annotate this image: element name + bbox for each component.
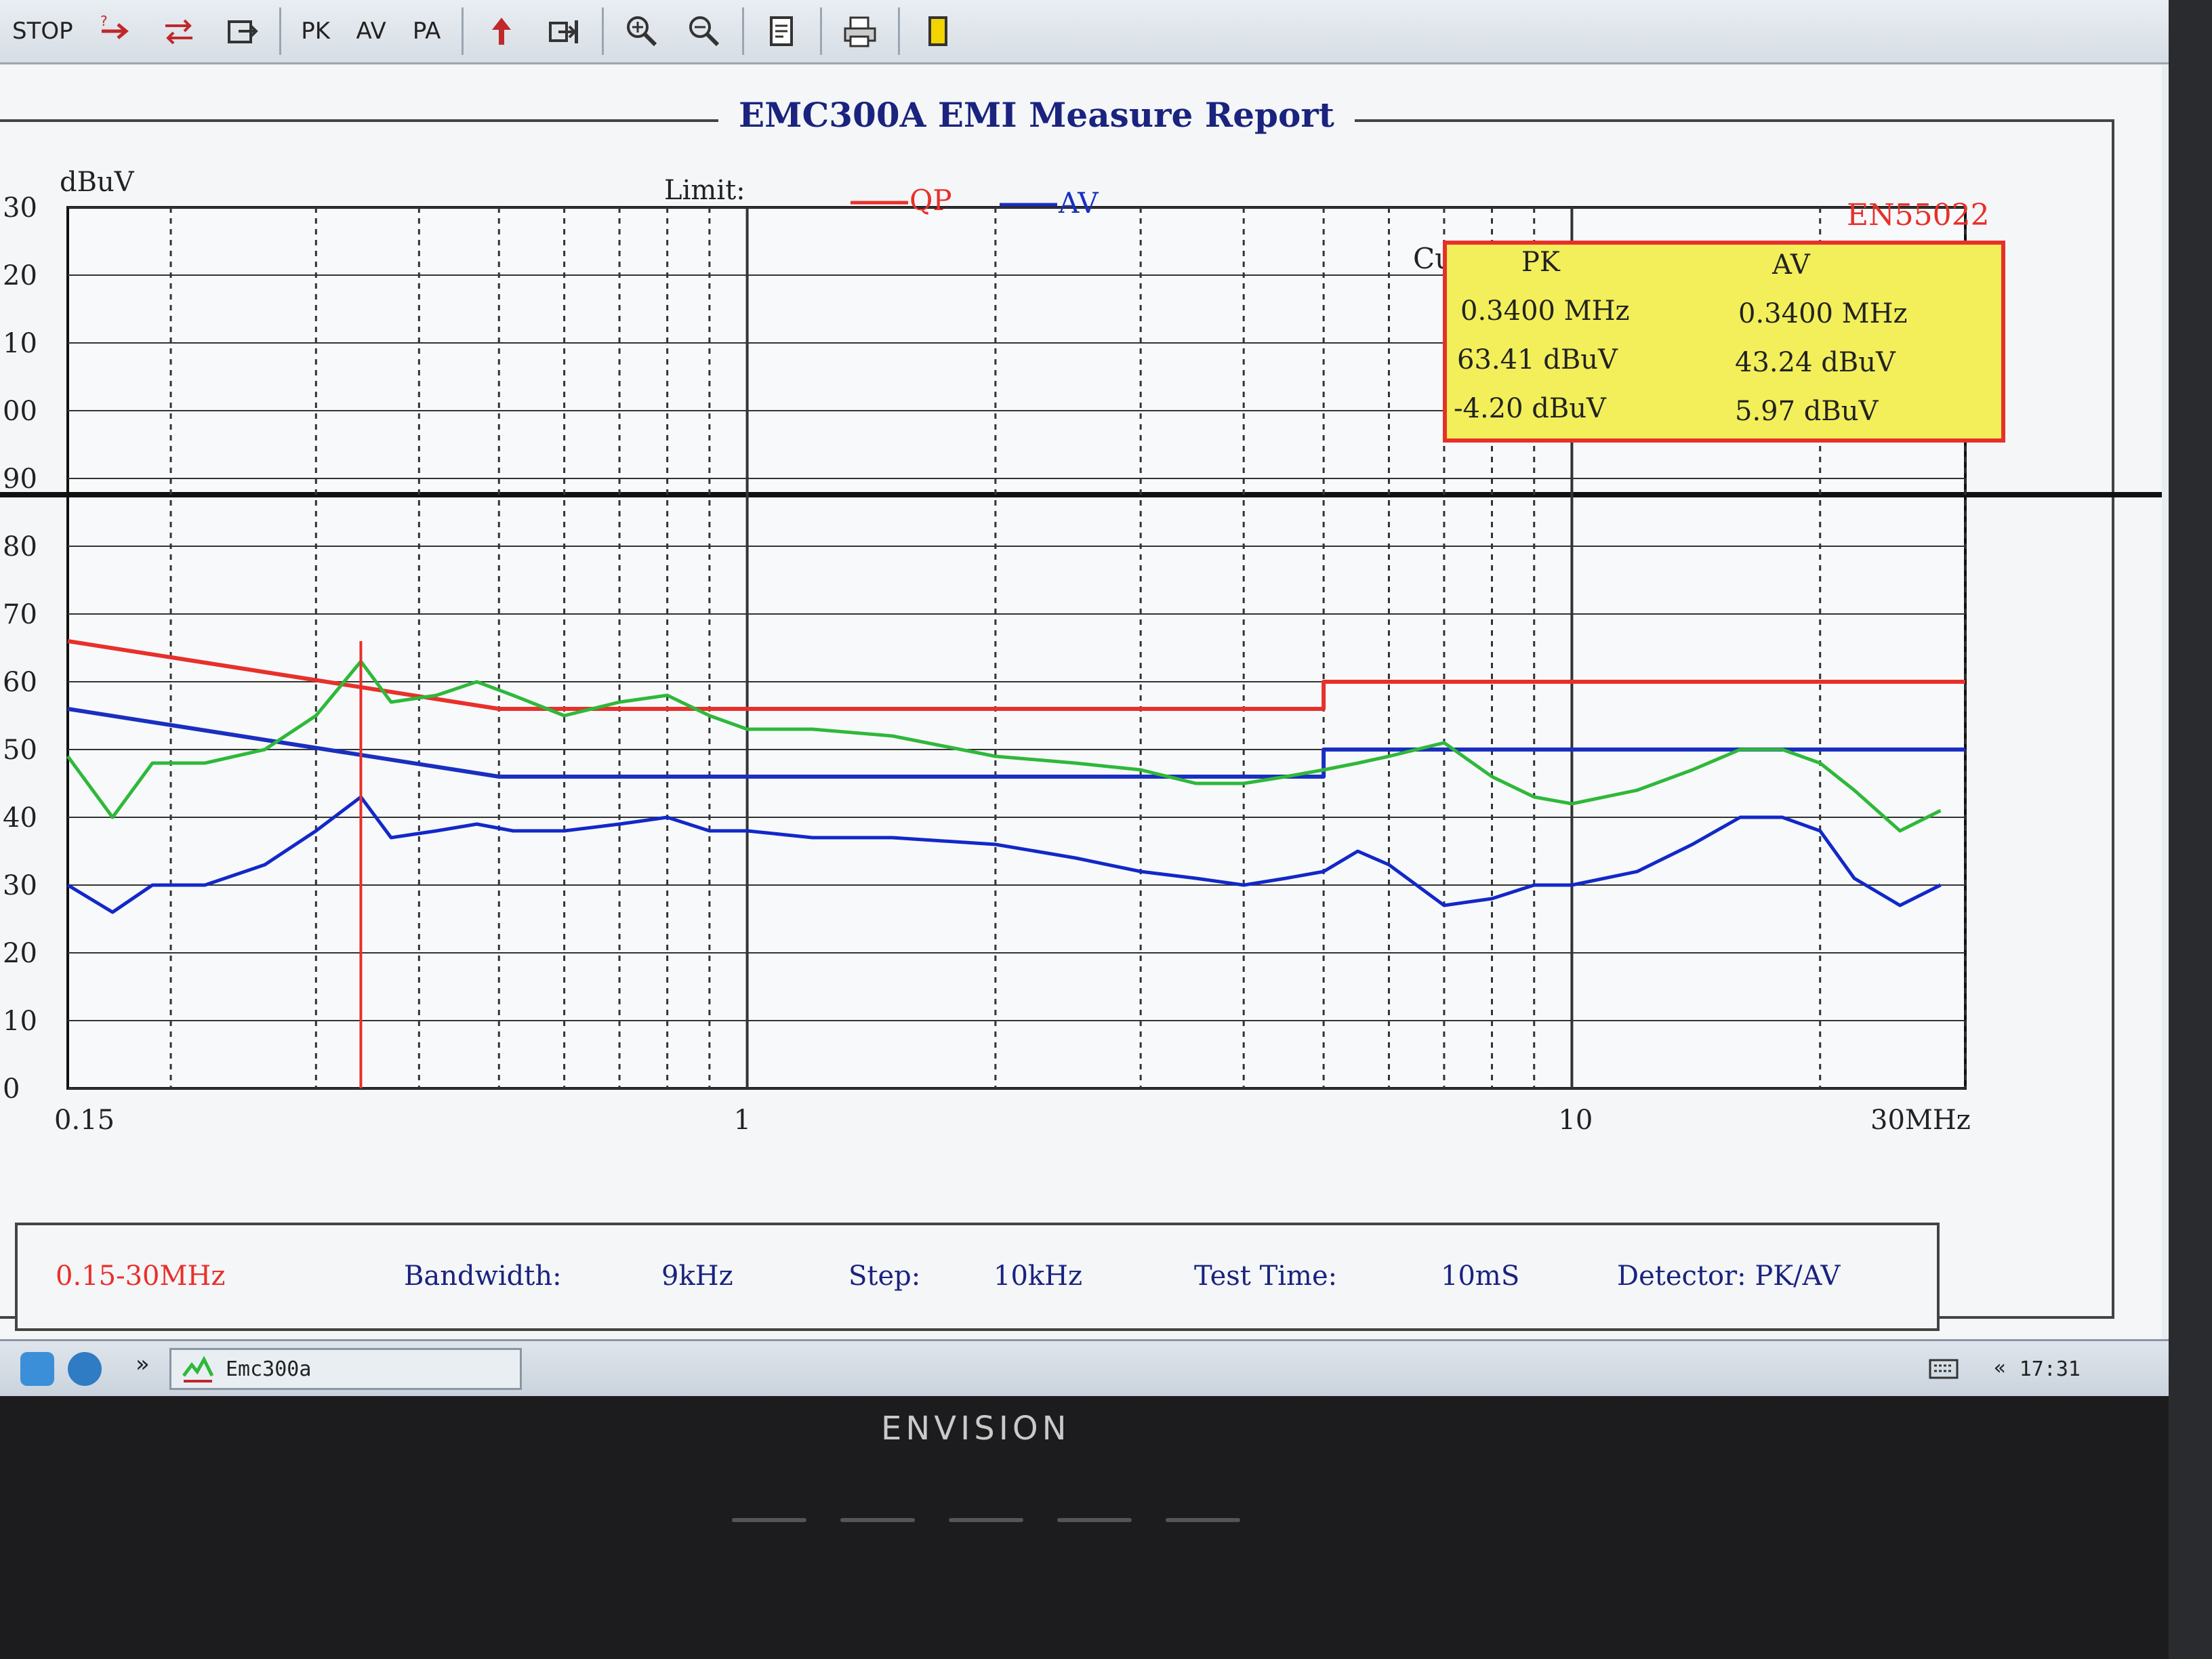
y-tick-label: 00: [3, 396, 37, 427]
load-icon: [548, 20, 578, 43]
tray-chevron[interactable]: «: [1994, 1356, 2006, 1380]
task-emc300a[interactable]: Emc300a: [169, 1348, 522, 1390]
y-tick-label: 30: [3, 870, 37, 901]
toolbar-separator: [601, 7, 604, 55]
application-window: STOP ? PK AV PA EMC300A EMI Measure Repo…: [0, 0, 2169, 1396]
pk-level: 63.41 dBuV: [1457, 344, 1618, 375]
export-icon: [227, 20, 258, 43]
monitor-button: [840, 1518, 915, 1522]
bandwidth-label: Bandwidth:: [404, 1261, 562, 1292]
x-tick-label: 0.15: [54, 1105, 115, 1136]
step-value: 10kHz: [994, 1261, 1083, 1292]
task-label: Emc300a: [226, 1357, 312, 1381]
toolbar-separator: [461, 7, 464, 55]
frequency-range: 0.15-30MHz: [56, 1261, 226, 1292]
report-panel: EMC300A EMI Measure Report 0 10 20 30 40 50 60…: [0, 65, 2162, 1339]
test-time-value: 10mS: [1441, 1261, 1520, 1292]
x-axis-tick-labels: 0.15 1 10 30MHz: [54, 1105, 1971, 1136]
monitor-bezel-right: [2169, 0, 2212, 1659]
y-tick-label: 60: [3, 667, 37, 698]
browser-icon[interactable]: [68, 1352, 102, 1386]
av-frequency: 0.3400 MHz: [1738, 298, 1908, 329]
y-tick-label: 30: [3, 192, 37, 224]
av-level: 43.24 dBuV: [1735, 347, 1896, 378]
toolbar-separator: [279, 7, 281, 55]
stop-button[interactable]: STOP: [4, 7, 81, 55]
pa-button[interactable]: PA: [403, 7, 451, 55]
legend-av-label: AV: [1058, 186, 1099, 220]
detector-label: Detector: PK/AV: [1617, 1261, 1841, 1292]
toolbar: STOP ? PK AV PA: [0, 0, 2169, 64]
pk-frequency: 0.3400 MHz: [1460, 295, 1630, 327]
measurement-info-bar: 0.15-30MHz Bandwidth: 9kHz Step: 10kHz T…: [15, 1223, 1940, 1331]
print-button[interactable]: [833, 7, 887, 55]
taskbar: » Emc300a « 17:31: [0, 1339, 2169, 1396]
zoom-out-icon: [689, 16, 719, 47]
monitor-brand-logo: ENVISION: [881, 1410, 1071, 1448]
y-tick-label: 20: [3, 260, 37, 291]
marker-readout-box: PK AV 0.3400 MHz 0.3400 MHz 63.41 dBuV 4…: [1443, 241, 2005, 443]
y-tick-label: 10: [3, 328, 37, 359]
toolbar-separator: [819, 7, 822, 55]
clock: 17:31: [2019, 1357, 2081, 1381]
document-icon: [769, 16, 793, 46]
av-button[interactable]: AV: [348, 7, 395, 55]
emi-chart[interactable]: 0 10 20 30 40 50 60 70 80 90 00 10 20 30 0.15 1 10 30MHz…: [0, 65, 2162, 1217]
y-tick-label: 50: [3, 735, 37, 766]
step-label: Step:: [848, 1261, 921, 1292]
printer-icon: [844, 16, 876, 47]
load-button[interactable]: [537, 7, 591, 55]
toolbar-separator: [741, 7, 744, 55]
av-header: AV: [1771, 249, 1811, 281]
y-tick-label: 40: [3, 802, 37, 834]
x-tick-label: 10: [1558, 1105, 1593, 1136]
av-margin: 5.97 dBuV: [1735, 396, 1879, 427]
zoom-out-button[interactable]: [677, 7, 731, 55]
arrow-right-icon: ?: [100, 13, 129, 39]
y-axis-tick-labels: 0 10 20 30 40 50 60 70 80 90 00 10 20 30: [3, 192, 37, 1105]
marker-next-button[interactable]: ?: [89, 7, 144, 55]
monitor-button: [1057, 1518, 1132, 1522]
monitor-button: [949, 1518, 1023, 1522]
legend-qp-label: QP: [909, 184, 952, 217]
bandwidth-value: 9kHz: [661, 1261, 733, 1292]
monitor-button: [1166, 1518, 1240, 1522]
arrow-up-icon: [491, 18, 511, 45]
y-tick-label: 70: [3, 599, 37, 630]
x-tick-label: 30MHz: [1870, 1105, 1971, 1136]
pk-margin: -4.20 dBuV: [1454, 393, 1607, 424]
app-icon: [182, 1355, 214, 1382]
standard-label: EN55022: [1847, 198, 1990, 232]
swap-button[interactable]: [152, 7, 206, 55]
svg-text:?: ?: [100, 13, 108, 29]
x-tick-label: 1: [734, 1105, 751, 1136]
pk-header: PK: [1521, 247, 1561, 278]
quicklaunch-chevron[interactable]: »: [136, 1351, 150, 1378]
y-tick-label: 0: [3, 1073, 20, 1105]
export-button[interactable]: [214, 7, 268, 55]
monitor-button: [732, 1518, 806, 1522]
y-tick-label: 80: [3, 531, 37, 562]
test-time-label: Test Time:: [1194, 1261, 1338, 1292]
y-tick-label: 20: [3, 938, 37, 969]
swap-arrows-icon: [165, 19, 192, 45]
zoom-in-button[interactable]: [615, 7, 669, 55]
zoom-in-icon: [626, 16, 657, 47]
exit-door-icon: [928, 16, 947, 46]
keyboard-icon[interactable]: [1929, 1355, 1959, 1382]
report-button[interactable]: [755, 7, 809, 55]
exit-button[interactable]: [911, 7, 965, 55]
limit-label: Limit:: [664, 175, 745, 206]
y-tick-label: 10: [3, 1006, 37, 1037]
desktop-icon[interactable]: [20, 1352, 54, 1386]
toolbar-separator: [897, 7, 900, 55]
y-tick-label: 90: [3, 464, 37, 495]
up-button[interactable]: [474, 7, 529, 55]
pk-button[interactable]: PK: [292, 7, 340, 55]
y-axis-label: dBuV: [60, 167, 135, 198]
